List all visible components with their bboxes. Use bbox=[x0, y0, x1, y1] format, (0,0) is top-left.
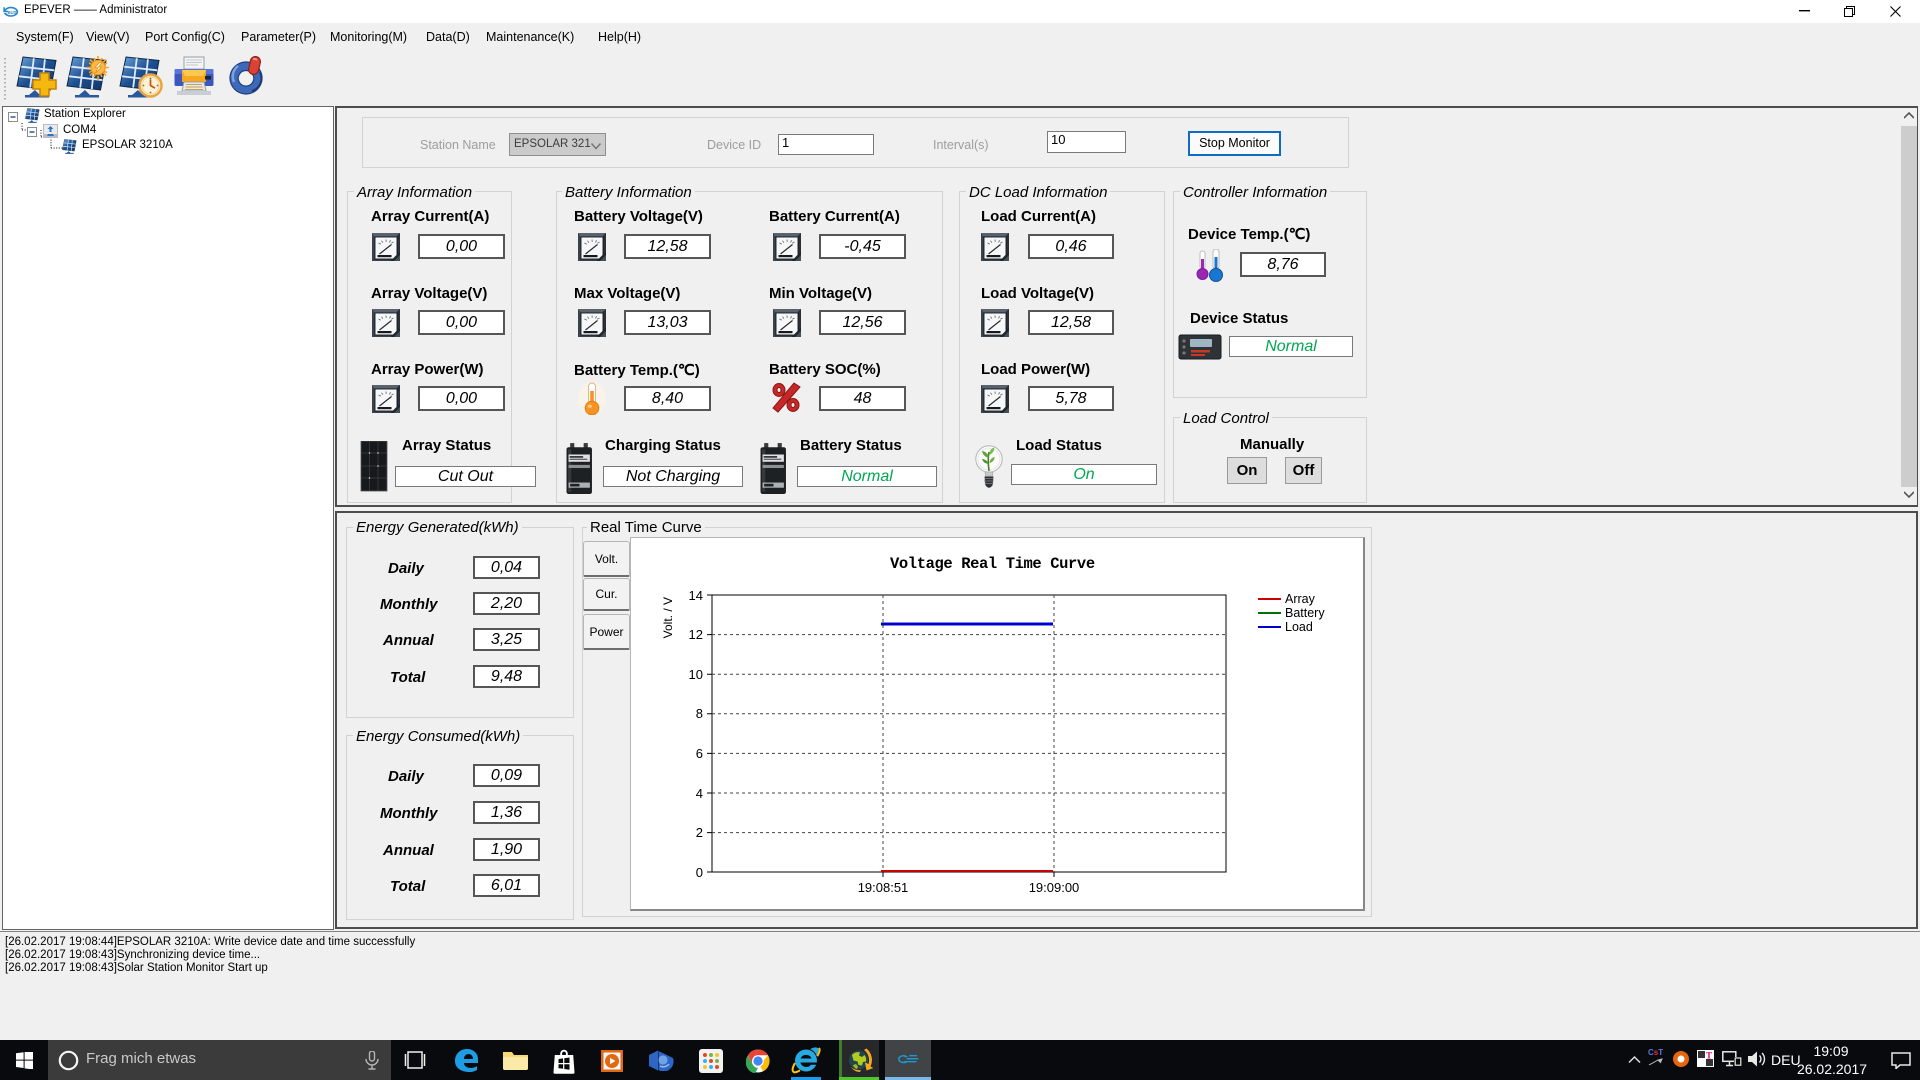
svg-text:Load: Load bbox=[1285, 620, 1313, 634]
svg-text:4: 4 bbox=[696, 786, 703, 801]
svg-text:8: 8 bbox=[696, 706, 703, 721]
svg-text:19:09:00: 19:09:00 bbox=[1029, 880, 1080, 895]
svg-text:2: 2 bbox=[696, 825, 703, 840]
svg-text:Volt. / V: Volt. / V bbox=[661, 597, 675, 638]
svg-text:19:08:51: 19:08:51 bbox=[858, 880, 909, 895]
svg-text:Battery: Battery bbox=[1285, 606, 1325, 620]
svg-text:6: 6 bbox=[696, 746, 703, 761]
svg-text:12: 12 bbox=[689, 627, 703, 642]
svg-text:10: 10 bbox=[689, 667, 703, 682]
svg-text:14: 14 bbox=[689, 588, 703, 603]
svg-text:0: 0 bbox=[696, 865, 703, 880]
svg-text:T: T bbox=[1706, 1051, 1712, 1061]
svg-text:BUS: BUS bbox=[8, 10, 17, 15]
svg-text:Array: Array bbox=[1285, 592, 1316, 606]
